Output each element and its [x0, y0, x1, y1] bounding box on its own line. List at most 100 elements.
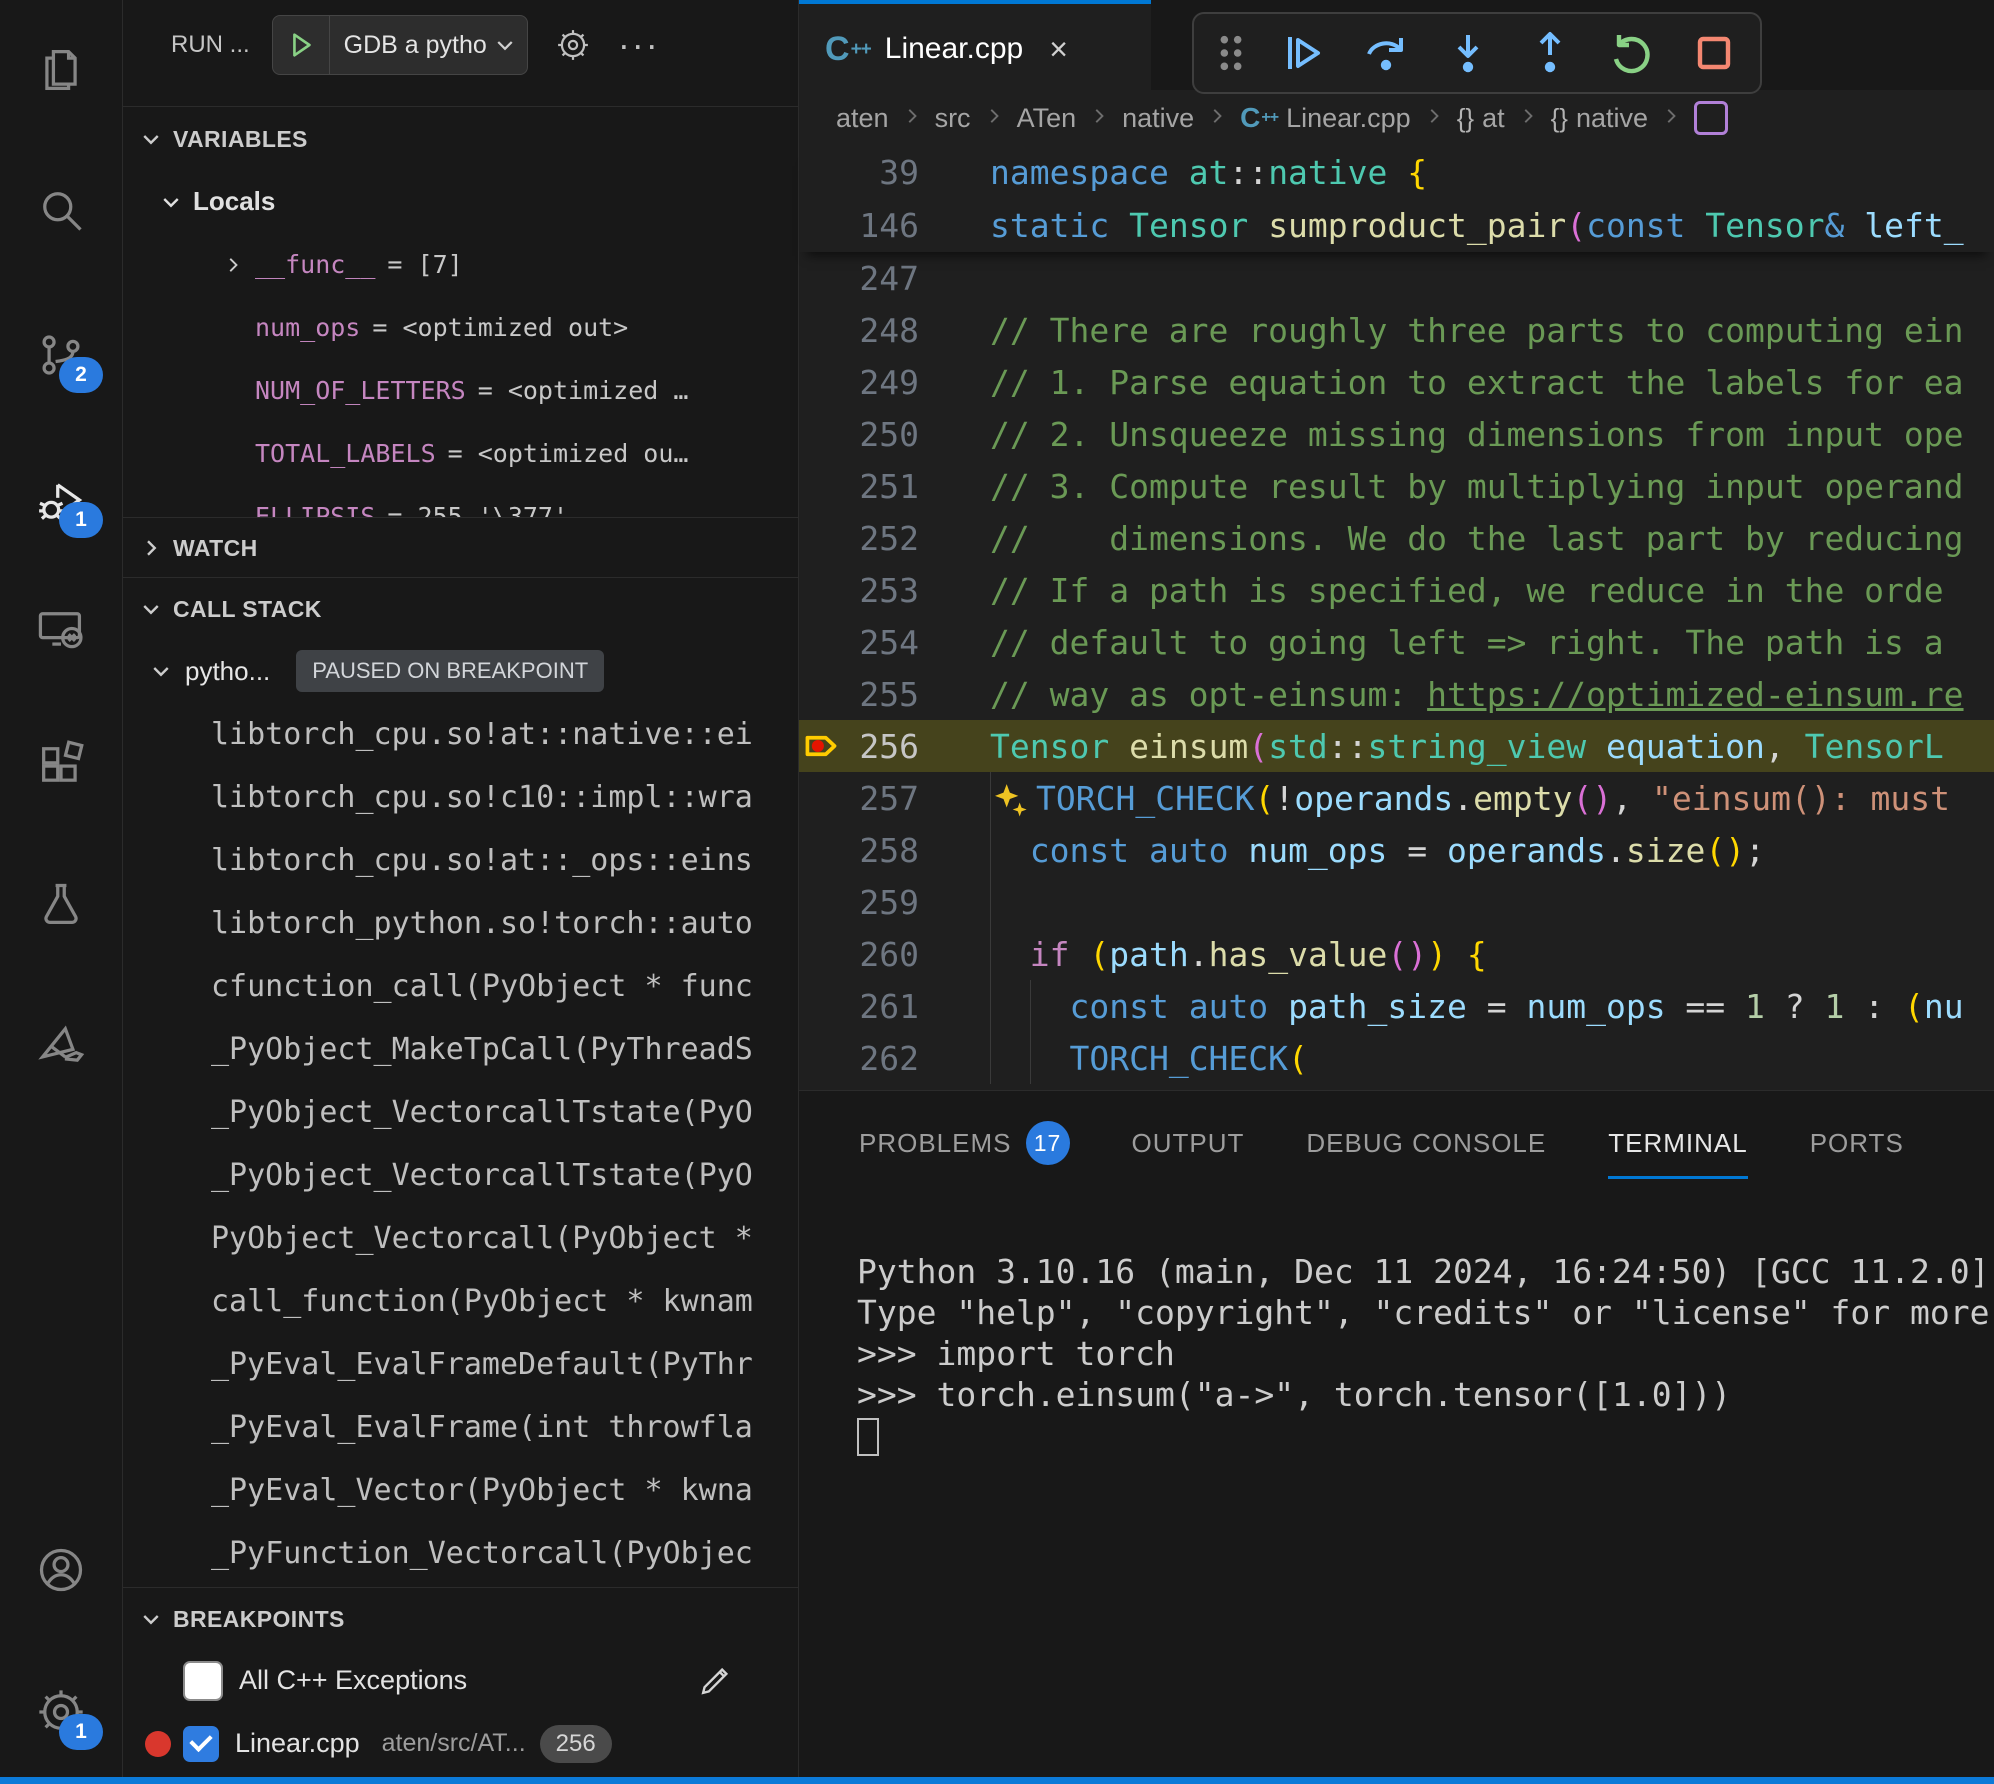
gutter[interactable]: 251	[799, 460, 925, 512]
panel-tab-problems[interactable]: PROBLEMS17	[859, 1105, 1070, 1181]
breadcrumb-item[interactable]: {}at	[1457, 103, 1505, 134]
gutter[interactable]: 250	[799, 408, 925, 460]
gutter[interactable]: 261	[799, 980, 925, 1032]
call-stack-thread-row[interactable]: pytho... PAUSED ON BREAKPOINT	[123, 639, 798, 703]
breakpoint-checkbox[interactable]	[183, 1726, 219, 1762]
breadcrumb-item[interactable]: native	[1122, 103, 1194, 134]
sidebar-item-tools[interactable]	[25, 1009, 97, 1081]
variable-row[interactable]: num_ops= <optimized out>	[123, 296, 798, 359]
sidebar-item-search[interactable]	[25, 174, 97, 246]
stop-button[interactable]	[1688, 27, 1740, 79]
breadcrumb-item[interactable]: src	[935, 103, 971, 134]
variable-row[interactable]: ELLIPSIS= 255 '\377'	[123, 485, 798, 517]
gutter[interactable]: 255	[799, 668, 925, 720]
step-out-button[interactable]	[1524, 27, 1576, 79]
breadcrumb-item[interactable]: ATen	[1017, 103, 1077, 134]
settings-gear-button[interactable]: 1	[25, 1676, 97, 1748]
code-line[interactable]: 39namespace at::native {	[799, 146, 1994, 199]
gutter[interactable]: 259	[799, 876, 925, 928]
exception-checkbox[interactable]	[183, 1661, 223, 1701]
gutter[interactable]: 260	[799, 928, 925, 980]
breadcrumb-item[interactable]	[1694, 101, 1728, 135]
breadcrumb-item[interactable]: {}native	[1551, 103, 1648, 134]
step-over-button[interactable]	[1360, 27, 1412, 79]
stack-frame-row[interactable]: _PyEval_EvalFrameDefault(PyThr	[123, 1333, 798, 1396]
code-line[interactable]: 249// 1. Parse equation to extract the l…	[799, 356, 1994, 408]
sidebar-item-explorer[interactable]	[25, 34, 97, 106]
variables-scope-row[interactable]: Locals	[123, 170, 798, 233]
breakpoints-section-header[interactable]: BREAKPOINTS	[123, 1587, 798, 1650]
code-line[interactable]: 255// way as opt-einsum: https://optimiz…	[799, 668, 1994, 720]
gutter[interactable]: 256	[799, 720, 925, 772]
step-into-button[interactable]	[1442, 27, 1494, 79]
file-breakpoint-row[interactable]: Linear.cpp aten/src/AT... 256	[123, 1712, 798, 1775]
breadcrumb-item[interactable]: C++Linear.cpp	[1240, 103, 1411, 134]
code-line[interactable]: 251// 3. Compute result by multiplying i…	[799, 460, 1994, 512]
sidebar-item-testing[interactable]	[25, 869, 97, 941]
toolbar-drag-handle[interactable]	[1214, 27, 1248, 79]
stack-frame-row[interactable]: libtorch_cpu.so!at::native::ei	[123, 703, 798, 766]
gutter[interactable]: 249	[799, 356, 925, 408]
code-line[interactable]: 261 const auto path_size = num_ops == 1 …	[799, 980, 1994, 1032]
debug-settings-gear-button[interactable]	[554, 26, 592, 64]
code-area[interactable]: 247248// There are roughly three parts t…	[799, 252, 1994, 1090]
code-line[interactable]: 256Tensor einsum(std::string_view equati…	[799, 720, 1994, 772]
gutter[interactable]: 247	[799, 252, 925, 304]
panel-tab-ports[interactable]: PORTS	[1810, 1105, 1904, 1181]
continue-button[interactable]	[1278, 27, 1330, 79]
stack-frame-row[interactable]: _PyObject_VectorcallTstate(PyO	[123, 1081, 798, 1144]
restart-button[interactable]	[1606, 27, 1658, 79]
code-line[interactable]: 252// dimensions. We do the last part by…	[799, 512, 1994, 564]
code-line[interactable]: 247	[799, 252, 1994, 304]
breadcrumb-item[interactable]: aten	[836, 103, 889, 134]
stack-frame-row[interactable]: _PyFunction_Vectorcall(PyObjec	[123, 1522, 798, 1585]
close-icon[interactable]: ×	[1049, 31, 1068, 68]
gutter[interactable]: 39	[799, 146, 925, 199]
stack-frame-row[interactable]: _PyObject_MakeTpCall(PyThreadS	[123, 1018, 798, 1081]
stack-frame-row[interactable]: _PyObject_VectorcallTstate(PyO	[123, 1144, 798, 1207]
variables-section-header[interactable]: VARIABLES	[123, 106, 798, 171]
accounts-icon-button[interactable]	[25, 1534, 97, 1606]
variable-row[interactable]: NUM_OF_LETTERS= <optimized …	[123, 359, 798, 422]
sidebar-item-source-control[interactable]: 2	[25, 319, 97, 391]
stack-frame-row[interactable]: PyObject_Vectorcall(PyObject *	[123, 1207, 798, 1270]
code-line[interactable]: 260 if (path.has_value()) {	[799, 928, 1994, 980]
gutter[interactable]: 258	[799, 824, 925, 876]
code-line[interactable]: 257TORCH_CHECK(!operands.empty(), "einsu…	[799, 772, 1994, 824]
gutter[interactable]: 252	[799, 512, 925, 564]
code-line[interactable]: 259	[799, 876, 1994, 928]
sidebar-item-run-and-debug[interactable]: 1	[25, 464, 97, 536]
gutter[interactable]: 257	[799, 772, 925, 824]
code-line[interactable]: 250// 2. Unsqueeze missing dimensions fr…	[799, 408, 1994, 460]
call-stack-section-header[interactable]: CALL STACK	[123, 577, 798, 640]
code-line[interactable]: 262 TORCH_CHECK(	[799, 1032, 1994, 1084]
stack-frame-row[interactable]: libtorch_cpu.so!at::_ops::eins	[123, 829, 798, 892]
exception-breakpoint-row[interactable]: All C++ Exceptions	[123, 1649, 798, 1712]
panel-tab-terminal[interactable]: TERMINAL	[1608, 1105, 1747, 1181]
sidebar-item-remote-explorer[interactable]	[25, 594, 97, 666]
stack-frame-row[interactable]: libtorch_python.so!torch::auto	[123, 892, 798, 955]
terminal-output[interactable]: Python 3.10.16 (main, Dec 11 2024, 16:24…	[857, 1251, 1994, 1456]
sidebar-item-extensions[interactable]	[25, 729, 97, 801]
code-line[interactable]: 248// There are roughly three parts to c…	[799, 304, 1994, 356]
start-debugging-button[interactable]	[273, 16, 330, 74]
gutter[interactable]: 146	[799, 199, 925, 252]
code-line[interactable]: 254// default to going left => right. Th…	[799, 616, 1994, 668]
gutter[interactable]: 253	[799, 564, 925, 616]
launch-config-dropdown[interactable]: GDB a pytho	[272, 15, 528, 75]
variable-row[interactable]: TOTAL_LABELS= <optimized ou…	[123, 422, 798, 485]
gutter[interactable]: 248	[799, 304, 925, 356]
stack-frame-row[interactable]: _PyEval_EvalFrame(int throwfla	[123, 1396, 798, 1459]
stack-frame-row[interactable]: cfunction_call(PyObject * func	[123, 955, 798, 1018]
edit-pencil-icon[interactable]	[696, 1662, 734, 1700]
tab-linear-cpp[interactable]: C++ Linear.cpp ×	[799, 0, 1151, 94]
gutter[interactable]: 262	[799, 1032, 925, 1084]
watch-section-header[interactable]: WATCH	[123, 517, 798, 578]
code-line[interactable]: 146static Tensor sumproduct_pair(const T…	[799, 199, 1994, 252]
more-actions-button[interactable]: ···	[618, 24, 660, 66]
code-line[interactable]: 253// If a path is specified, we reduce …	[799, 564, 1994, 616]
panel-tab-debug-console[interactable]: DEBUG CONSOLE	[1306, 1105, 1546, 1181]
variable-row[interactable]: __func__= [7]	[123, 233, 798, 296]
gutter[interactable]: 254	[799, 616, 925, 668]
stack-frame-row[interactable]: _PyEval_Vector(PyObject * kwna	[123, 1459, 798, 1522]
